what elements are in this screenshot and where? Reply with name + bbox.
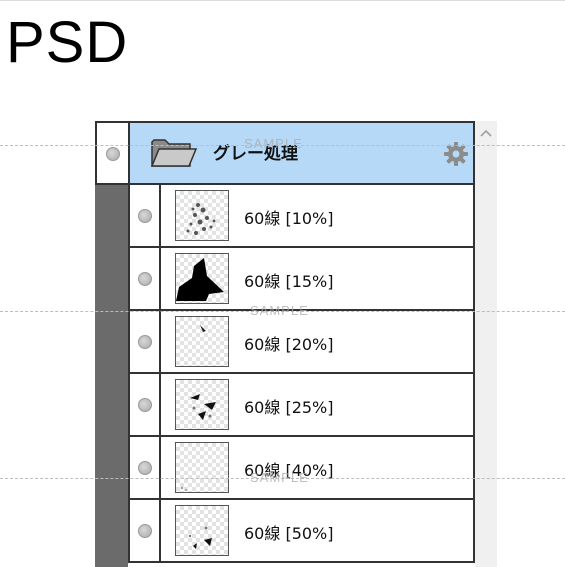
watermark-text: SAMPLE [244,136,303,151]
layer-thumbnail [175,505,229,556]
layer-visibility-cell[interactable] [130,437,161,498]
watermark-text: SAMPLE [250,470,309,485]
visibility-dot-icon[interactable] [138,272,152,286]
group-indent-gutter [95,185,128,567]
visibility-dot-icon[interactable] [106,147,120,161]
layer-folder-row[interactable]: グレー処理 [95,121,475,185]
panel-scrollbar[interactable] [475,121,497,567]
layer-thumbnail [175,316,229,367]
page-title: PSD [6,10,129,75]
layer-thumbnail [175,190,229,241]
layer-visibility-cell[interactable] [130,311,161,372]
layer-visibility-cell[interactable] [130,500,161,561]
layer-visibility-cell[interactable] [130,374,161,435]
visibility-dot-icon[interactable] [138,524,152,538]
visibility-dot-icon[interactable] [138,398,152,412]
visibility-dot-icon[interactable] [138,461,152,475]
folder-icon [150,139,198,167]
layer-name: 60線 [15%] [244,272,334,291]
layer-row[interactable]: 60線 [10%] [128,185,475,248]
layer-thumbnail [175,379,229,430]
watermark-text: SAMPLE [250,303,309,318]
layer-name: 60線 [25%] [244,398,334,417]
visibility-dot-icon[interactable] [138,209,152,223]
top-rule [0,0,565,1]
chevron-up-icon[interactable] [480,128,492,138]
layers-panel: グレー処理 60線 [10%] 60線 [15%] 60線 [20%] 60線 … [95,121,497,567]
visibility-dot-icon[interactable] [138,335,152,349]
folder-visibility-cell[interactable] [97,123,130,183]
layer-visibility-cell[interactable] [130,248,161,309]
layer-name: 60線 [50%] [244,524,334,543]
layer-name: 60線 [10%] [244,209,334,228]
layer-row[interactable]: 60線 [40%] [128,437,475,500]
layer-name: 60線 [20%] [244,335,334,354]
layer-visibility-cell[interactable] [130,185,161,246]
layer-thumbnail [175,253,229,304]
layer-row[interactable]: 60線 [20%] [128,311,475,374]
folder-body[interactable]: グレー処理 [130,123,473,183]
layer-row[interactable]: 60線 [15%] [128,248,475,311]
layer-thumbnail [175,442,229,493]
layer-row[interactable]: 60線 [50%] [128,500,475,563]
layer-row[interactable]: 60線 [25%] [128,374,475,437]
